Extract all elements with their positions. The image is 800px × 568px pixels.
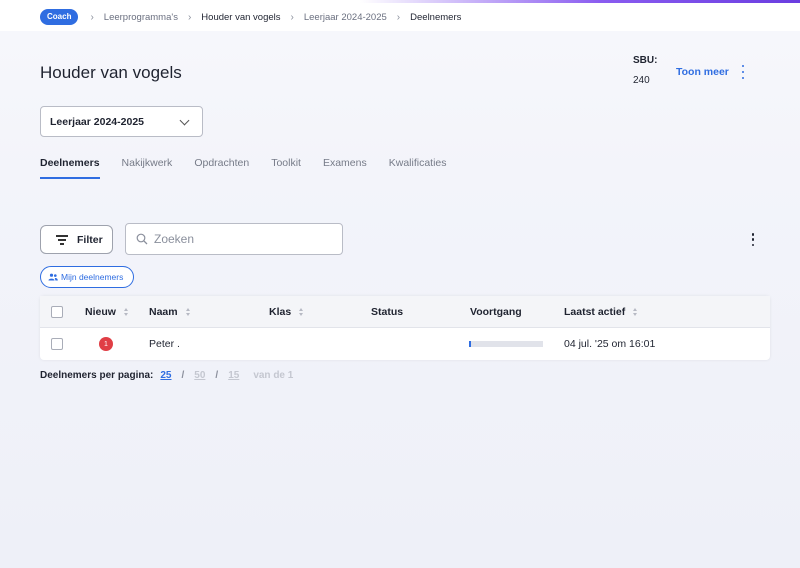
breadcrumb-current: Deelnemers <box>410 11 462 23</box>
row-checkbox[interactable] <box>51 338 63 350</box>
sbu-label: SBU: <box>633 55 658 66</box>
col-nieuw[interactable]: Nieuw <box>85 296 129 327</box>
pagination-separator: / <box>181 370 185 381</box>
table-header: Nieuw Naam Klas Status Voortgang Laatst … <box>40 296 770 328</box>
role-badge: Coach <box>40 9 79 25</box>
col-status: Status <box>371 296 403 327</box>
breadcrumb-separator: › <box>396 11 401 23</box>
search-box[interactable] <box>125 223 343 255</box>
breadcrumb-separator: › <box>290 11 294 23</box>
tab-nakijkwerk[interactable]: Nakijkwerk <box>122 157 173 179</box>
mijn-deelnemers-button[interactable]: Mijn deelnemers <box>40 266 134 288</box>
sort-icon <box>123 307 129 316</box>
progress-fill <box>469 341 472 347</box>
breadcrumb-program[interactable]: Houder van vogels <box>201 12 280 23</box>
pagination-total: van de 1 <box>253 370 294 381</box>
col-klas[interactable]: Klas <box>269 296 304 327</box>
sort-icon <box>633 307 638 316</box>
page-title: Houder van vogels <box>40 63 182 82</box>
breadcrumb-year[interactable]: Leerjaar 2024-2025 <box>304 12 387 23</box>
table-options-icon[interactable] <box>749 233 757 246</box>
table-row[interactable]: 1 Peter . 04 jul. '25 om 16:01 <box>40 328 770 360</box>
breadcrumb-separator: › <box>90 11 94 23</box>
search-icon <box>136 233 148 245</box>
breadcrumb-separator: › <box>187 11 192 23</box>
page-size-25[interactable]: 25 <box>160 370 171 381</box>
year-select[interactable]: Leerjaar 2024-2025 <box>40 106 203 137</box>
col-status-label: Status <box>371 305 404 318</box>
page-size-option-3[interactable]: 15 <box>228 370 239 381</box>
pagination: Deelnemers per pagina: 25 / 50 / 15 van … <box>40 370 293 381</box>
filter-button[interactable]: Filter <box>40 225 113 254</box>
row-naam[interactable]: Peter . <box>149 328 180 360</box>
more-options-icon[interactable] <box>739 65 747 79</box>
new-count-badge: 1 <box>99 337 113 351</box>
chevron-down-icon <box>179 115 190 126</box>
toon-meer-link[interactable]: Toon meer <box>676 66 729 78</box>
tab-bar: Deelnemers Nakijkwerk Opdrachten Toolkit… <box>40 157 469 179</box>
breadcrumb-leerprogrammas[interactable]: Leerprogramma's <box>104 12 178 23</box>
year-select-value: Leerjaar 2024-2025 <box>50 115 144 128</box>
tab-kwalificaties[interactable]: Kwalificaties <box>389 157 447 179</box>
breadcrumb: Coach › Leerprogramma's › Houder van vog… <box>0 3 800 31</box>
tab-opdrachten[interactable]: Opdrachten <box>194 157 249 179</box>
users-icon <box>48 273 58 281</box>
filter-label: Filter <box>77 233 103 246</box>
pagination-separator: / <box>215 370 219 381</box>
col-laatst-actief-label: Laatst actief <box>564 305 626 318</box>
progress-bar <box>469 341 543 347</box>
row-laatst-actief: 04 jul. '25 om 16:01 <box>564 338 656 350</box>
page-size-50[interactable]: 50 <box>194 370 205 381</box>
col-voortgang: Voortgang <box>470 296 522 327</box>
col-voortgang-label: Voortgang <box>470 305 522 318</box>
tab-examens[interactable]: Examens <box>323 157 367 179</box>
tab-deelnemers[interactable]: Deelnemers <box>40 157 100 179</box>
col-klas-label: Klas <box>269 305 292 318</box>
sort-icon <box>299 307 304 316</box>
participants-table: Nieuw Naam Klas Status Voortgang Laatst … <box>40 296 770 360</box>
col-laatst-actief[interactable]: Laatst actief <box>564 296 638 327</box>
select-all-checkbox[interactable] <box>51 305 63 318</box>
col-nieuw-label: Nieuw <box>85 305 116 318</box>
sort-icon <box>185 307 191 316</box>
mijn-deelnemers-label: Mijn deelnemers <box>61 272 124 282</box>
col-naam[interactable]: Naam <box>149 296 191 327</box>
filter-icon <box>56 235 68 245</box>
col-naam-label: Naam <box>149 305 178 318</box>
search-input[interactable] <box>154 232 334 246</box>
sbu-value: 240 <box>633 75 650 86</box>
pagination-label: Deelnemers per pagina: <box>40 370 154 381</box>
tab-toolkit[interactable]: Toolkit <box>271 157 301 179</box>
